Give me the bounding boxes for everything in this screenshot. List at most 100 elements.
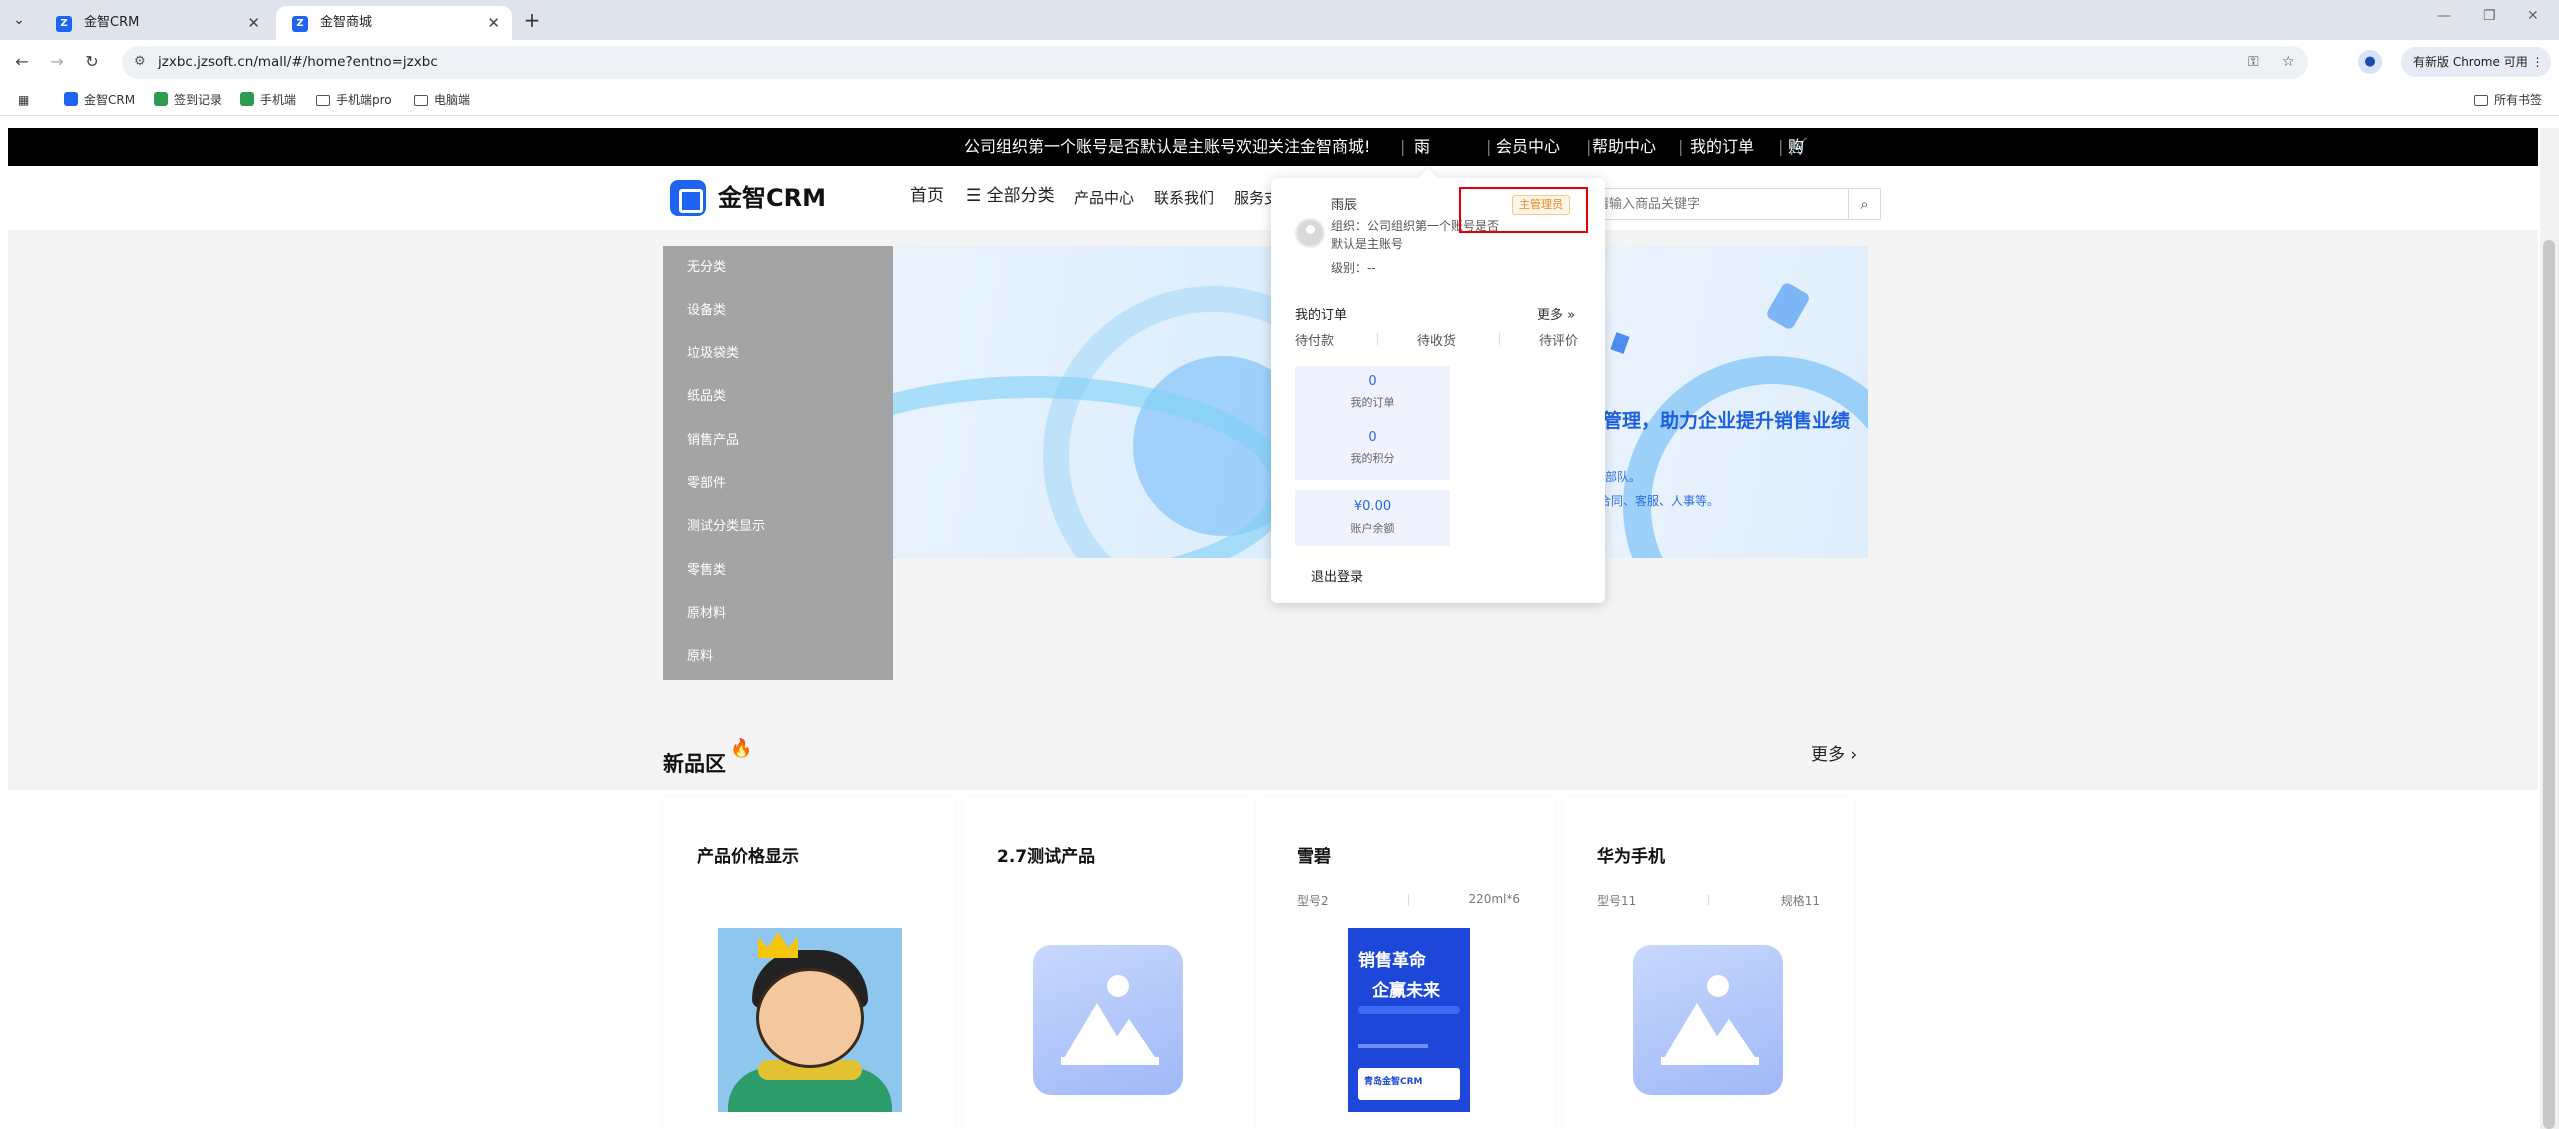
logo-icon[interactable] bbox=[670, 180, 706, 216]
product-model: 型号2 bbox=[1297, 894, 1329, 908]
bookmark-label: 签到记录 bbox=[174, 93, 223, 107]
member-center-link[interactable]: 会员中心 bbox=[1496, 128, 1560, 166]
bookmark-desktop[interactable]: 电脑端 bbox=[414, 92, 470, 108]
password-key-icon[interactable]: ⚿ bbox=[2248, 54, 2259, 70]
category-item[interactable]: 原材料 bbox=[687, 605, 726, 623]
user-menu[interactable]: 雨辰 ⌄ bbox=[1414, 128, 1430, 194]
dropdown-level: 级别：-- bbox=[1331, 261, 1376, 275]
list-icon: ☰ bbox=[966, 186, 987, 206]
search-input[interactable] bbox=[1584, 189, 1820, 219]
tab-search-icon[interactable]: ⌄ bbox=[8, 9, 30, 31]
category-item[interactable]: 原料 bbox=[687, 648, 713, 666]
balance-label: 账户余额 bbox=[1350, 522, 1395, 535]
separator: | bbox=[1400, 137, 1406, 156]
search-icon[interactable]: ⌕ bbox=[1848, 189, 1880, 219]
placeholder-sun bbox=[1107, 975, 1129, 997]
balance-value[interactable]: ¥0.00 bbox=[1295, 499, 1450, 514]
category-item[interactable]: 设备类 bbox=[687, 302, 726, 320]
category-item[interactable]: 零部件 bbox=[687, 475, 726, 493]
tab-mall[interactable]: Z 金智商城 ✕ bbox=[276, 6, 512, 40]
spec-divider bbox=[1408, 894, 1409, 906]
profile-avatar-icon[interactable]: ● bbox=[2358, 50, 2382, 74]
category-item[interactable]: 纸品类 bbox=[687, 388, 726, 406]
banner-title: 管理，助力企业提升销售业绩 bbox=[1603, 410, 1851, 432]
bookmark-label: 手机端 bbox=[260, 93, 297, 107]
user-dropdown-panel: 雨辰 组织：公司组织第一个账号是否 默认是主账号 级别：-- 主管理员 我的订单… bbox=[1271, 168, 1605, 603]
placeholder-sun bbox=[1707, 975, 1729, 997]
points-count[interactable]: 0 bbox=[1295, 430, 1450, 445]
more-link[interactable]: 更多 › bbox=[1811, 740, 1857, 765]
help-center-link[interactable]: 帮助中心 bbox=[1592, 128, 1656, 166]
chrome-update-button[interactable]: 有新版 Chrome 可用 ⋮ bbox=[2401, 47, 2551, 77]
restore-icon[interactable]: ❐ bbox=[2483, 8, 2496, 24]
pending-receipt-link[interactable]: 待收货 bbox=[1417, 330, 1456, 349]
all-bookmarks[interactable]: 所有书签 bbox=[2474, 92, 2542, 108]
nav-home[interactable]: 首页 bbox=[910, 186, 944, 206]
pending-review-link[interactable]: 待评价 bbox=[1539, 330, 1578, 349]
my-orders-count[interactable]: 0 bbox=[1295, 374, 1450, 389]
product-card[interactable]: 雪碧 型号2 220ml*6 销售革命 企赢未来 青岛金智CRM bbox=[1263, 798, 1554, 1129]
category-item[interactable]: 销售产品 bbox=[687, 432, 739, 450]
nav-all-categories[interactable]: ☰ 全部分类 bbox=[966, 186, 1055, 206]
fire-icon: 🔥 bbox=[730, 738, 753, 759]
close-window-icon[interactable]: ✕ bbox=[2527, 8, 2539, 24]
scrollbar-thumb[interactable] bbox=[2543, 240, 2555, 1129]
url-text[interactable]: jzxbc.jzsoft.cn/mall/#/home?entno=jzxbc bbox=[158, 46, 438, 79]
category-item[interactable]: 无分类 bbox=[687, 259, 726, 277]
bookmark-crm[interactable]: 金智CRM bbox=[64, 92, 135, 108]
banner-wave-right bbox=[1623, 356, 1868, 558]
folder-icon bbox=[2474, 95, 2488, 106]
account-stats-box: 0 我的订单 0 我的积分 bbox=[1295, 366, 1450, 480]
product-name: 雪碧 bbox=[1297, 847, 1331, 867]
close-tab-icon[interactable]: ✕ bbox=[487, 6, 500, 40]
banner-cube-icon bbox=[1765, 281, 1811, 331]
mobile-bookmark-icon bbox=[240, 92, 254, 106]
bookmark-checkin[interactable]: 签到记录 bbox=[154, 92, 222, 108]
more-label: 更多 bbox=[1811, 745, 1845, 765]
bookmark-star-icon[interactable]: ☆ bbox=[2282, 54, 2295, 70]
bookmark-label: 手机端pro bbox=[336, 93, 392, 107]
category-item[interactable]: 零售类 bbox=[687, 562, 726, 580]
product-spec: 规格11 bbox=[1780, 894, 1820, 908]
logout-button[interactable]: 退出登录 bbox=[1311, 566, 1363, 585]
product-card[interactable]: 华为手机 型号11 规格11 bbox=[1563, 798, 1854, 1129]
separator: | bbox=[1678, 137, 1684, 156]
orders-more-link[interactable]: 更多 » bbox=[1537, 304, 1575, 323]
product-card[interactable]: 产品价格显示 bbox=[663, 798, 954, 1129]
placeholder-base bbox=[1061, 1057, 1159, 1065]
site-info-icon[interactable]: ⚙ bbox=[134, 54, 146, 69]
notice-text: 公司组织第一个账号是否默认是主账号欢迎关注金智商城! bbox=[964, 137, 1371, 156]
apps-grid-icon[interactable]: ▦ bbox=[18, 92, 29, 108]
logo-text[interactable]: 金智CRM bbox=[718, 180, 826, 216]
bookmark-mobile[interactable]: 手机端 bbox=[240, 92, 296, 108]
back-icon[interactable]: ← bbox=[10, 50, 34, 74]
new-tab-button[interactable]: + bbox=[520, 9, 544, 33]
omnibox[interactable]: ⚙ jzxbc.jzsoft.cn/mall/#/home?entno=jzxb… bbox=[122, 46, 2308, 79]
pending-payment-link[interactable]: 待付款 bbox=[1295, 330, 1334, 349]
bookmarks-bar: ▦ 金智CRM 签到记录 手机端 手机端pro 电脑端 所有书签 bbox=[0, 84, 2559, 116]
dropdown-user-name: 雨辰 bbox=[1331, 198, 1358, 213]
checkin-bookmark-icon bbox=[154, 92, 168, 106]
nav-contact[interactable]: 联系我们 bbox=[1154, 188, 1214, 208]
minimize-icon[interactable]: — bbox=[2437, 8, 2451, 24]
browser-tab-bar: ⌄ Z 金智CRM ✕ Z 金智商城 ✕ + — ❐ ✕ bbox=[0, 0, 2559, 40]
bookmark-label: 电脑端 bbox=[434, 93, 471, 107]
product-card[interactable]: 2.7测试产品 bbox=[963, 798, 1254, 1129]
category-item[interactable]: 垃圾袋类 bbox=[687, 345, 739, 363]
forward-icon[interactable]: → bbox=[45, 50, 69, 74]
banner-subtitle: 合同、客服、人事等。 bbox=[1599, 494, 1720, 508]
separator: | bbox=[1586, 137, 1592, 156]
folder-icon bbox=[316, 95, 330, 106]
close-tab-icon[interactable]: ✕ bbox=[247, 6, 260, 40]
product-image bbox=[718, 928, 902, 1112]
bookmark-mobile-pro[interactable]: 手机端pro bbox=[316, 92, 392, 108]
highlight-box bbox=[1459, 187, 1588, 233]
my-orders-link[interactable]: 我的订单 bbox=[1690, 128, 1754, 166]
image-placeholder-icon bbox=[1633, 945, 1783, 1095]
banner-gem-icon bbox=[1610, 332, 1630, 354]
tab-crm[interactable]: Z 金智CRM ✕ bbox=[40, 6, 272, 40]
category-item[interactable]: 测试分类显示 bbox=[687, 518, 765, 536]
reload-icon[interactable]: ↻ bbox=[80, 50, 104, 74]
nav-products[interactable]: 产品中心 bbox=[1074, 188, 1134, 208]
dropdown-org-2: 默认是主账号 bbox=[1331, 237, 1404, 251]
